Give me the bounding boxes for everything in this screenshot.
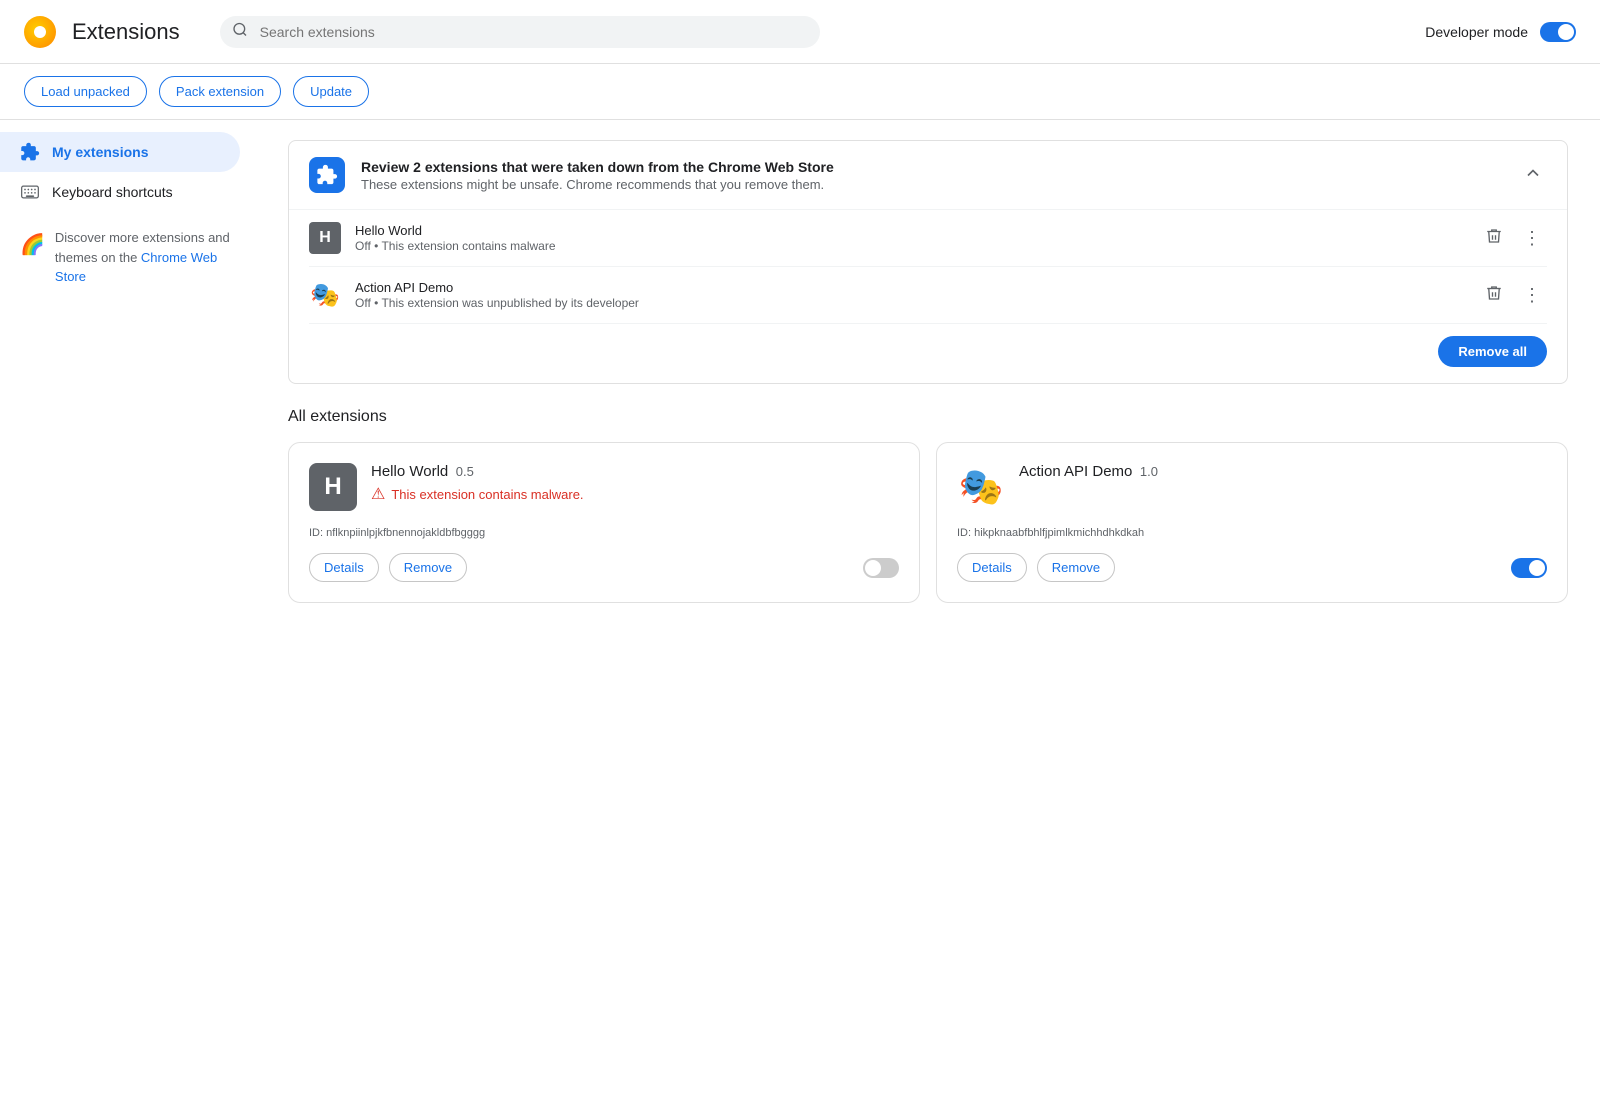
- hello-world-card-header: H Hello World 0.5 ⚠ This extension conta…: [309, 463, 899, 511]
- hello-world-warning-info: Hello World Off • This extension contain…: [355, 223, 1465, 253]
- error-icon: ⚠: [371, 484, 385, 504]
- warning-collapse-button[interactable]: [1519, 159, 1547, 192]
- pack-extension-button[interactable]: Pack extension: [159, 76, 281, 107]
- action-api-card: 🎭 Action API Demo 1.0 ID: hikpknaabfbhlf…: [936, 442, 1568, 603]
- warning-title: Review 2 extensions that were taken down…: [361, 159, 834, 175]
- search-bar: [220, 16, 820, 48]
- action-api-card-id: ID: hikpknaabfbhlfjpimlkmichhdhkdkah: [957, 527, 1547, 539]
- action-api-warning-actions: ⋮: [1479, 280, 1547, 311]
- hello-world-card-name: Hello World 0.5: [371, 463, 584, 480]
- update-button[interactable]: Update: [293, 76, 369, 107]
- header: Extensions Developer mode: [0, 0, 1600, 64]
- rainbow-icon: 🌈: [20, 230, 45, 260]
- chrome-logo: [24, 16, 56, 48]
- hello-world-card-error: ⚠ This extension contains malware.: [371, 484, 584, 504]
- action-api-card-icon: 🎭: [957, 463, 1005, 511]
- warning-header[interactable]: Review 2 extensions that were taken down…: [289, 141, 1567, 209]
- hello-world-card-icon: H: [309, 463, 357, 511]
- sidebar-my-extensions-label: My extensions: [52, 144, 148, 160]
- hello-world-remove-button[interactable]: Remove: [389, 553, 467, 582]
- puzzle-icon: [20, 142, 40, 162]
- page-title: Extensions: [72, 19, 180, 45]
- action-api-card-name: Action API Demo 1.0: [1019, 463, 1158, 480]
- load-unpacked-button[interactable]: Load unpacked: [24, 76, 147, 107]
- hello-world-card-footer: Details Remove: [309, 553, 899, 582]
- action-api-warning-name: Action API Demo: [355, 280, 1465, 295]
- warning-ext-item: H Hello World Off • This extension conta…: [309, 210, 1547, 267]
- all-extensions-section: All extensions H Hello World 0.5 ⚠: [288, 408, 1568, 603]
- hello-world-warning-status: Off • This extension contains malware: [355, 239, 1465, 253]
- layout: My extensions Keyboard shortcuts: [0, 120, 1600, 1100]
- extensions-grid: H Hello World 0.5 ⚠ This extension conta…: [288, 442, 1568, 603]
- sidebar-item-my-extensions[interactable]: My extensions: [0, 132, 240, 172]
- action-api-details-button[interactable]: Details: [957, 553, 1027, 582]
- hello-world-warning-name: Hello World: [355, 223, 1465, 238]
- developer-mode-label: Developer mode: [1425, 24, 1528, 40]
- sidebar-item-keyboard-shortcuts[interactable]: Keyboard shortcuts: [0, 172, 240, 212]
- hello-world-toggle[interactable]: [863, 558, 899, 578]
- action-api-warning-item: 🎭 Action API Demo Off • This extension w…: [309, 267, 1547, 324]
- warning-subtitle: These extensions might be unsafe. Chrome…: [361, 177, 834, 192]
- warning-banner: Review 2 extensions that were taken down…: [288, 140, 1568, 384]
- action-api-toggle[interactable]: [1511, 558, 1547, 578]
- hello-world-card: H Hello World 0.5 ⚠ This extension conta…: [288, 442, 920, 603]
- remove-all-wrapper: Remove all: [309, 324, 1547, 383]
- hello-world-warning-actions: ⋮: [1479, 223, 1547, 254]
- main-content: Review 2 extensions that were taken down…: [256, 120, 1600, 1100]
- keyboard-icon: [20, 182, 40, 202]
- developer-mode-toggle[interactable]: [1540, 22, 1576, 42]
- search-input[interactable]: [220, 16, 820, 48]
- hello-world-card-id: ID: nflknpiinlpjkfbnennojakldbfbgggg: [309, 527, 899, 539]
- all-extensions-title: All extensions: [288, 408, 1568, 426]
- warning-text: Review 2 extensions that were taken down…: [361, 159, 834, 192]
- developer-mode-section: Developer mode: [1425, 22, 1576, 42]
- toolbar: Load unpacked Pack extension Update: [0, 64, 1600, 120]
- action-api-more-button[interactable]: ⋮: [1517, 281, 1547, 310]
- hello-world-more-button[interactable]: ⋮: [1517, 224, 1547, 253]
- action-api-trash-button[interactable]: [1479, 280, 1509, 311]
- hello-world-trash-button[interactable]: [1479, 223, 1509, 254]
- action-api-card-header: 🎭 Action API Demo 1.0: [957, 463, 1547, 511]
- sidebar-discover: 🌈 Discover more extensions and themes on…: [20, 228, 236, 287]
- search-icon: [232, 21, 248, 42]
- hello-world-details-button[interactable]: Details: [309, 553, 379, 582]
- action-api-warning-info: Action API Demo Off • This extension was…: [355, 280, 1465, 310]
- action-api-warning-icon: 🎭: [309, 279, 341, 311]
- sidebar: My extensions Keyboard shortcuts: [0, 120, 256, 1100]
- warning-puzzle-icon: [309, 157, 345, 193]
- sidebar-keyboard-shortcuts-label: Keyboard shortcuts: [52, 184, 173, 200]
- remove-all-button[interactable]: Remove all: [1438, 336, 1547, 367]
- action-api-card-info: Action API Demo 1.0: [1019, 463, 1158, 480]
- action-api-warning-status: Off • This extension was unpublished by …: [355, 296, 1465, 310]
- action-api-remove-button[interactable]: Remove: [1037, 553, 1115, 582]
- hello-world-warning-icon: H: [309, 222, 341, 254]
- hello-world-card-info: Hello World 0.5 ⚠ This extension contain…: [371, 463, 584, 504]
- warning-items: H Hello World Off • This extension conta…: [289, 209, 1567, 383]
- action-api-card-footer: Details Remove: [957, 553, 1547, 582]
